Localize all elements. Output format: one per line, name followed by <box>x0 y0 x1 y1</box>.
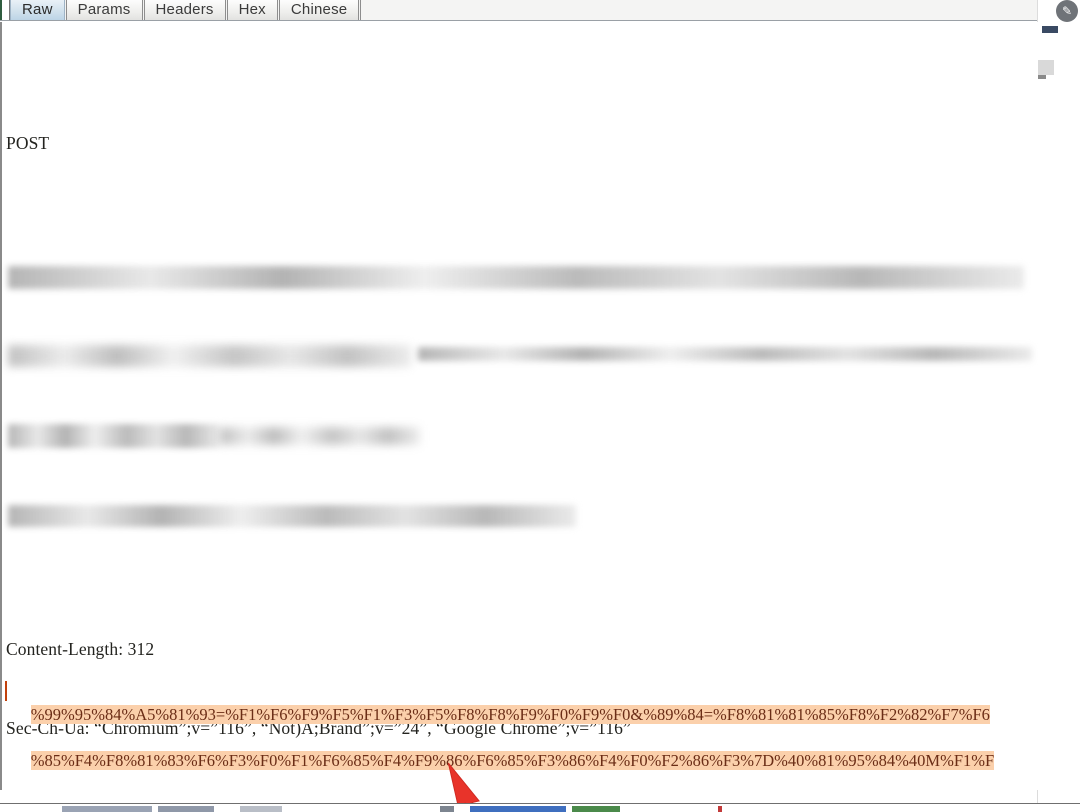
tab-headers[interactable]: Headers <box>143 0 226 20</box>
redacted-line-4 <box>6 503 1038 530</box>
redacted-line-3 <box>6 423 1038 450</box>
tab-params[interactable]: Params <box>65 0 143 20</box>
rail-marker <box>1042 24 1058 35</box>
redacted-line-1 <box>6 263 1038 290</box>
redacted-line-2 <box>6 343 1038 370</box>
tab-chinese[interactable]: Chinese <box>278 0 360 20</box>
rail-chip-secondary <box>1038 75 1046 79</box>
request-method-line: POST <box>6 133 50 154</box>
pencil-circle-icon[interactable]: ✎ <box>1056 0 1078 22</box>
window-bottom-edge <box>0 803 1080 812</box>
bottom-specks <box>0 805 1080 812</box>
request-editor-window: Raw Params Headers Hex Chinese ✎ POST Co… <box>0 0 1080 812</box>
tab-strip-left-edge <box>0 0 10 20</box>
editor-tab-strip: Raw Params Headers Hex Chinese <box>0 0 1038 21</box>
right-rail: ✎ <box>1037 0 1080 812</box>
tab-strip-filler <box>360 0 1038 20</box>
payload-line-2: %85%F4%F8%81%83%F6%F3%F0%F1%F6%85%F4%F9%… <box>30 751 995 770</box>
header-content-length: Content-Length: 312 <box>6 638 155 659</box>
raw-request-editor[interactable]: POST Content-Length: 312 Sec-Ch-Ua: “Chr… <box>0 22 1038 790</box>
request-body-payload[interactable]: %99%95%84%A5%81%93=%F1%F6%F9%F5%F1%F3%F5… <box>6 680 1038 790</box>
payload-line-1: %99%95%84%A5%81%93=%F1%F6%F9%F5%F1%F3%F5… <box>30 705 990 724</box>
request-text: POST Content-Length: 312 Sec-Ch-Ua: “Chr… <box>2 22 1038 790</box>
tab-hex[interactable]: Hex <box>226 0 278 20</box>
tab-raw[interactable]: Raw <box>10 0 65 20</box>
rail-chip <box>1038 60 1054 75</box>
